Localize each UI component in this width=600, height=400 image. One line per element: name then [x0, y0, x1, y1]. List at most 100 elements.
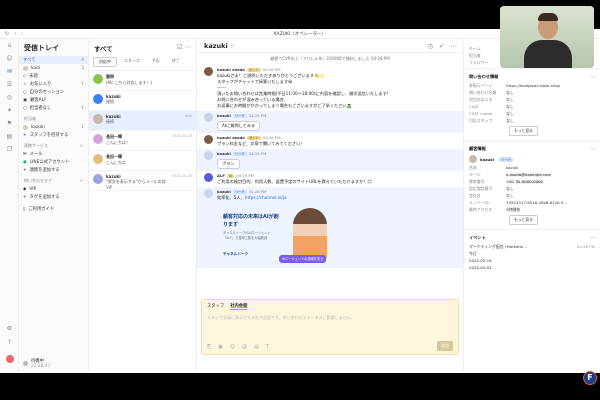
member-item[interactable]: kazuki 1	[19, 123, 88, 131]
conversation-item[interactable]: kazuki"原文を表示する"からメールの詳細...VIP2024-10-28	[89, 171, 196, 191]
inbox-item-favorites[interactable]: ☆ お気に入り 1	[19, 80, 88, 88]
message-meta: kazuki リード 04:28 PM	[217, 151, 456, 157]
avatar	[93, 74, 103, 84]
conversation-item[interactable]: kazuki 接続	[89, 91, 196, 111]
template-icon[interactable]: ▤	[254, 344, 259, 350]
conversation-tag: VIP	[106, 185, 113, 190]
inbox-heading: 受信トレイ	[24, 44, 59, 52]
tab-scheduled[interactable]: 予告	[147, 57, 165, 67]
mention-icon[interactable]: @	[242, 344, 247, 350]
event-row[interactable]: マーケティング配信 (Marketin... 04:26 PM	[464, 243, 600, 250]
message-avatar	[204, 151, 213, 160]
inbox-item-all[interactable]: すべて 4	[19, 56, 88, 64]
avatar	[93, 134, 103, 144]
message-time: 04:28 PM	[248, 189, 267, 194]
conversation-preview: "原文を表示する"からメールの詳細...	[106, 179, 166, 184]
image-icon[interactable]: ▣	[218, 344, 223, 350]
event-label: マーケティング配信 (Marketin...	[469, 243, 528, 249]
team-chat-icon[interactable]: ☰	[0, 78, 19, 91]
detail-row: 参照元ページ https://kadijapan.base.shop	[464, 82, 600, 89]
message-time: 04:28 PM	[262, 67, 281, 72]
conversation-item[interactable]: kazuki 接続 kadi	[89, 111, 196, 131]
tab-snoozed[interactable]: スヌーズ	[119, 57, 145, 67]
marketing-icon[interactable]: ◎	[0, 91, 19, 104]
inbox-icon[interactable]: ✉	[0, 65, 19, 78]
inbox-item-unread[interactable]: ◇ 未読	[19, 72, 88, 80]
message-link[interactable]: https://channel.io/ja	[245, 195, 287, 200]
event-row[interactable]: 2025-05-02	[464, 264, 600, 271]
inbox-item-unassigned[interactable]: ○ 担当者なし 1	[19, 104, 88, 112]
tag-vip[interactable]: ◆ VIP	[19, 185, 88, 193]
tab-closed[interactable]: 終了	[167, 57, 185, 67]
composer[interactable]: スタッフ 社内会話 スタッフ全員に表示される社内会話です。問い合わせステータスに影…	[201, 299, 459, 355]
detail-value: なし	[506, 192, 514, 198]
guide-link[interactable]: ▯ ご利用ガイド	[19, 205, 88, 213]
detail-row: メンバーID 33924317-8516-49e8-812b-5...	[464, 199, 600, 206]
detail-key: 担当者	[469, 52, 481, 58]
add-tag-link[interactable]: + タグを追加する	[19, 193, 88, 201]
composer-tab-internal[interactable]: 社内会話	[230, 303, 248, 310]
conversation-item[interactable]: 長田一輝 こんにちは！ 2024-10-29	[89, 131, 196, 151]
close-conversation-icon[interactable]: ✓	[439, 42, 444, 50]
conversation-item[interactable]: 長田一輝 こんにちは	[89, 151, 196, 171]
customer-heading: 顧客情報 ⋯	[464, 140, 600, 154]
conversation-time: 2024-10-28	[171, 174, 192, 178]
ai-icon[interactable]: ✦	[0, 104, 19, 117]
detail-row: 対応スタッフ なし	[464, 117, 600, 124]
help-icon[interactable]: ?	[0, 336, 19, 349]
add-service-link[interactable]: + 連携を追加する	[19, 166, 88, 174]
settings-icon[interactable]: ⚙	[0, 322, 19, 335]
snooze-icon[interactable]: ◷	[427, 42, 433, 50]
service-email[interactable]: ✉ メール	[19, 150, 88, 158]
avatar	[93, 174, 103, 184]
more-button[interactable]: もっと見る	[509, 126, 538, 136]
event-row[interactable]: 2025-05-18	[464, 257, 600, 264]
message-avatar	[204, 67, 213, 76]
detail-value: k.osada@example.com	[506, 172, 552, 177]
message-badge: リード	[232, 152, 247, 156]
message-author: kazuki osada	[217, 135, 245, 140]
message-author: kazuki	[217, 113, 231, 118]
star-icon[interactable]: ☆	[230, 42, 236, 50]
message: kazuki osada ボット 04:28 PM プラン料金など、文章で聞いてみてく…	[197, 133, 463, 149]
stats-icon[interactable]: ▤	[0, 130, 19, 143]
conversation-item[interactable]: 闖問 (Mc こちら対応します！)	[89, 71, 196, 91]
attach-icon[interactable]: ⎘	[207, 344, 211, 350]
profile-avatar[interactable]	[0, 352, 19, 365]
invite-staff-link[interactable]: + スタッフを招待する	[19, 131, 88, 139]
emoji-icon[interactable]: ☺	[230, 344, 235, 350]
tags-heading: 問い合わせタグ +	[24, 178, 83, 183]
detail-value: なし	[506, 103, 514, 109]
event-row[interactable]: 今日	[464, 250, 600, 257]
workflow-icon[interactable]: ⚑	[0, 117, 19, 130]
inbox-item-kadi[interactable]: kadi 3	[19, 64, 88, 72]
message-line: ご利用の検討目的、利用人数、設置予定のサイトURLを教えていただけますか？😊	[217, 179, 372, 184]
detail-value: https://kadijapan.base.shop	[506, 83, 560, 88]
composer-input[interactable]: スタッフ全員に表示される社内会話です。問い合わせステータスに影響しません。	[202, 313, 458, 323]
more-icon[interactable]: ⋯	[451, 42, 458, 50]
service-line[interactable]: ● LINE公式アカウント	[19, 158, 88, 166]
message-author: ALF	[217, 173, 225, 178]
detail-value: なし	[506, 96, 514, 102]
inbox-item-customer-alf[interactable]: ▣ 顧客ALF	[19, 96, 88, 104]
contacts-icon[interactable]: ☺	[0, 52, 19, 65]
home-icon[interactable]: ⌂	[0, 39, 19, 52]
plus-icon: +	[23, 167, 27, 173]
detail-row: 携帯番号 +81 90-0000-0000	[464, 178, 600, 185]
detail-value: 33924317-8516-49e8-812b-5...	[506, 200, 568, 205]
filter-icon[interactable]: ☑ ⋯	[177, 43, 191, 53]
send-button[interactable]: 送信	[437, 341, 453, 351]
detail-key: チーム	[469, 45, 481, 51]
status-indicator[interactable]: 待機中 22:28:47	[23, 358, 50, 369]
more-button[interactable]: もっと見る	[509, 215, 538, 225]
message-author: kazuki osada	[217, 67, 245, 72]
text-format-icon[interactable]: T	[266, 344, 269, 350]
document-icon[interactable]: ❐	[0, 143, 19, 156]
composer-tab-staff[interactable]: スタッフ	[207, 303, 224, 310]
mail-icon: ✉	[23, 151, 27, 157]
promo-banner-image[interactable]: 顧客対応の未来はAIが創ります チャネルトークのAIエージェント「ALF」で運用工…	[217, 204, 339, 266]
tab-open[interactable]: 対応中	[93, 57, 117, 67]
tag-icon: ◆	[23, 186, 27, 192]
detail-key: 固定電話番号	[469, 185, 493, 191]
inbox-item-my-sessions[interactable]: ○ 自分のセッション	[19, 88, 88, 96]
